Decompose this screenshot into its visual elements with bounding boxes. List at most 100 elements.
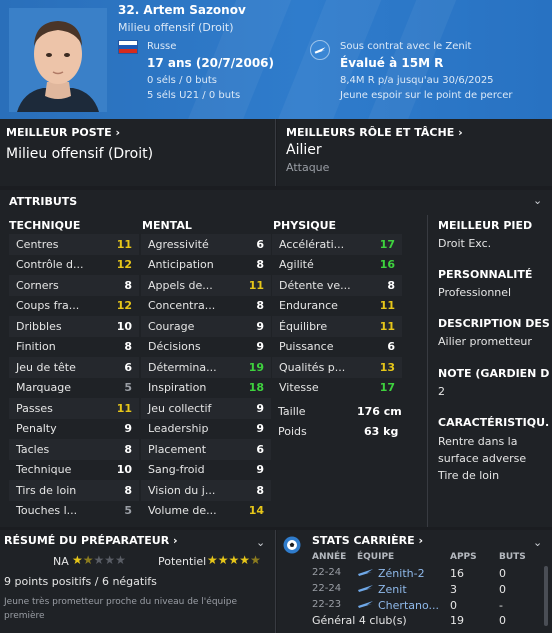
career-scrollbar[interactable] (544, 566, 548, 626)
player-photo (9, 8, 107, 112)
career-apps: 16 (450, 567, 464, 580)
attribute-row[interactable]: Agressivité 6 (141, 234, 271, 255)
attribute-row[interactable]: Coups fra... 12 (9, 296, 139, 317)
career-row[interactable]: 22-23 Chertano... 0 - (277, 598, 552, 614)
attribute-row[interactable]: Vitesse 17 (272, 378, 402, 399)
attribute-row[interactable]: Courage 9 (141, 316, 271, 337)
career-team-link[interactable]: Zénith-2 (378, 567, 425, 580)
attribute-name: Concentra... (148, 299, 216, 313)
attribute-row[interactable]: Touches l... 5 (9, 501, 139, 522)
player-nationality: Russe (147, 41, 177, 52)
scout-summary-title[interactable]: RÉSUMÉ DU PRÉPARATEUR › (4, 534, 178, 547)
star-half-icon: ★ (82, 553, 94, 567)
star-empty-icon: ★ (93, 553, 105, 567)
attribute-name: Détermina... (148, 360, 217, 374)
player-header: 32. Artem Sazonov Milieu offensif (Droit… (0, 0, 552, 119)
attribute-row[interactable]: Centres 11 (9, 234, 139, 255)
attribute-row[interactable]: Vision du j... 8 (141, 480, 271, 501)
player-side-info: MEILLEUR PIED Droit Exc. PERSONNALITÉ Pr… (427, 215, 552, 527)
attribute-row[interactable]: Corners 8 (9, 275, 139, 296)
attribute-row[interactable]: Anticipation 8 (141, 255, 271, 276)
best-position-title[interactable]: MEILLEUR POSTE › (6, 126, 120, 139)
attribute-row[interactable]: Puissance 6 (272, 337, 402, 358)
attribute-row[interactable]: Technique 10 (9, 460, 139, 481)
attribute-row[interactable]: Volume de... 14 (141, 501, 271, 522)
attribute-row[interactable]: Détermina... 19 (141, 357, 271, 378)
attribute-name: Jeu de tête (16, 360, 76, 374)
best-role-title[interactable]: MEILLEURS RÔLE ET TÂCHE › (286, 126, 463, 139)
col-goals-header[interactable]: BUTS (499, 552, 526, 562)
attribute-name: Volume de... (148, 504, 217, 518)
attribute-row[interactable]: Concentra... 8 (141, 296, 271, 317)
attribute-row[interactable]: Endurance 11 (272, 296, 402, 317)
chevron-down-icon[interactable]: ⌄ (533, 536, 542, 549)
attribute-value: 8 (387, 278, 395, 292)
star-half-icon: ★ (250, 553, 261, 567)
attribute-row[interactable]: Détente ve... 8 (272, 275, 402, 296)
player-position: Milieu offensif (Droit) (118, 21, 234, 34)
best-role-value: Ailier (286, 142, 322, 158)
attribute-row[interactable]: Dribbles 10 (9, 316, 139, 337)
trait-item: Rentre dans la surface adverse (438, 435, 527, 465)
club-badge-icon (357, 567, 374, 576)
best-role-panel[interactable]: MEILLEURS RÔLE ET TÂCHE › Ailier Attaque (277, 119, 552, 186)
attribute-row[interactable]: Passes 11 (9, 398, 139, 419)
best-position-panel[interactable]: MEILLEUR POSTE › Milieu offensif (Droit) (0, 119, 276, 186)
attribute-row[interactable]: Sang-froid 9 (141, 460, 271, 481)
attribute-row[interactable]: Penalty 9 (9, 419, 139, 440)
attribute-row[interactable]: Finition 8 (9, 337, 139, 358)
attribute-value: 11 (248, 278, 264, 292)
attribute-name: Détente ve... (279, 278, 351, 292)
potential-stars: ★★★★★ (207, 553, 261, 567)
career-team-link[interactable]: Zenit (378, 583, 407, 596)
career-stats-title[interactable]: STATS CARRIÈRE › (312, 534, 423, 547)
star-full-icon: ★ (239, 553, 251, 567)
career-row[interactable]: 22-24 Zénith-2 16 0 (277, 566, 552, 582)
attribute-row[interactable]: Marquage 5 (9, 378, 139, 399)
attribute-value: 12 (116, 258, 132, 272)
attribute-value: 8 (124, 483, 132, 497)
attribute-name: Accélérati... (279, 237, 345, 251)
col-team-header[interactable]: ÉQUIPE (357, 552, 394, 562)
attribute-name: Tirs de loin (16, 483, 77, 497)
attribute-value: 9 (256, 422, 264, 436)
attribute-row[interactable]: Contrôle d... 12 (9, 255, 139, 276)
attribute-name: Vitesse (279, 381, 319, 395)
col-year-header[interactable]: ANNÉE (312, 552, 346, 562)
trait-item: Tire de loin (438, 469, 500, 482)
attribute-row[interactable]: Appels de... 11 (141, 275, 271, 296)
attribute-name: Agressivité (148, 237, 209, 251)
star-full-icon: ★ (217, 553, 229, 567)
career-team-link[interactable]: Chertano... (378, 599, 439, 612)
attribute-row[interactable]: Leadership 9 (141, 419, 271, 440)
attribute-row[interactable]: Inspiration 18 (141, 378, 271, 399)
attribute-name: Vision du j... (148, 483, 216, 497)
scout-comment: Jeune très prometteur proche du niveau d… (4, 597, 237, 621)
chevron-down-icon[interactable]: ⌄ (533, 194, 542, 207)
attribute-name: Endurance (279, 299, 338, 313)
attribute-name: Courage (148, 319, 195, 333)
attribute-value: 9 (256, 401, 264, 415)
career-total-row: Général 4 club(s) 19 0 (277, 613, 552, 629)
attribute-row[interactable]: Agilité 16 (272, 255, 402, 276)
star-full-icon: ★ (207, 553, 218, 567)
attribute-row[interactable]: Équilibre 11 (272, 316, 402, 337)
attribute-row[interactable]: Jeu collectif 9 (141, 398, 271, 419)
chevron-down-icon[interactable]: ⌄ (256, 536, 265, 549)
attribute-row[interactable]: Décisions 9 (141, 337, 271, 358)
attribute-row[interactable]: Tirs de loin 8 (9, 480, 139, 501)
attribute-row[interactable]: Accélérati... 17 (272, 234, 402, 255)
attribute-name: Anticipation (148, 258, 214, 272)
attribute-row[interactable]: Placement 6 (141, 439, 271, 460)
attribute-row[interactable]: Qualités p... 13 (272, 357, 402, 378)
best-position-value: Milieu offensif (Droit) (6, 146, 154, 162)
attribute-row[interactable]: Tacles 8 (9, 439, 139, 460)
attribute-row[interactable]: Jeu de tête 6 (9, 357, 139, 378)
attribute-name: Technique (16, 463, 72, 477)
col-apps-header[interactable]: APPS (450, 552, 477, 562)
chevron-right-icon: › (458, 126, 463, 139)
attribute-value: 19 (248, 360, 264, 374)
attribute-value: 8 (256, 483, 264, 497)
career-row[interactable]: 22-24 Zenit 3 0 (277, 582, 552, 598)
attribute-value: 6 (256, 442, 264, 456)
